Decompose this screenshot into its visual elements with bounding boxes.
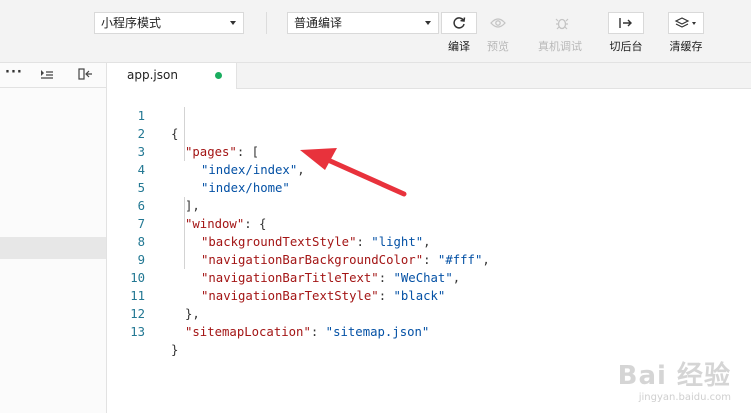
json-string: "black" xyxy=(393,289,446,303)
json-punct: : xyxy=(378,289,394,303)
eye-icon xyxy=(490,18,506,28)
watermark-url: jingyan.baidu.com xyxy=(638,392,731,403)
json-key: "window" xyxy=(185,217,245,231)
code-line: 12 "sitemapLocation": "sitemap.json" xyxy=(107,287,429,339)
code-line: 9 "navigationBarTitleText": "WeChat", xyxy=(107,233,461,285)
json-key: "backgroundTextStyle" xyxy=(201,235,357,249)
line-number: 13 xyxy=(130,325,145,339)
sidebar-toolbar: ··· xyxy=(0,63,106,88)
json-punct: : xyxy=(310,325,326,339)
code-line: 8 "navigationBarBackgroundColor": "#fff"… xyxy=(107,215,490,267)
bug-icon xyxy=(555,18,569,30)
json-punct: : xyxy=(423,253,438,267)
code-line: 5 ], xyxy=(107,161,200,213)
toolbar-divider xyxy=(266,12,267,34)
chevron-down-icon xyxy=(230,21,236,25)
mode-select-value: 小程序模式 xyxy=(101,16,162,30)
unsaved-indicator-icon xyxy=(215,72,222,79)
tab-filename: app.json xyxy=(127,68,178,82)
json-key: "sitemapLocation" xyxy=(185,325,311,339)
clear-cache-button-box[interactable] xyxy=(668,12,704,34)
json-string: "light" xyxy=(371,235,424,249)
json-punct: , xyxy=(452,271,461,285)
compile-button[interactable]: 编译 xyxy=(439,12,479,56)
json-string: "index/home" xyxy=(201,181,290,195)
line-text: } xyxy=(171,343,179,357)
json-string: "#fff" xyxy=(437,253,483,267)
watermark-logo: Bai 经验 xyxy=(617,361,731,391)
tab-app-json[interactable]: app.json xyxy=(107,63,237,89)
remote-debug-label: 真机调试 xyxy=(538,40,582,53)
clear-cache-label: 清缓存 xyxy=(669,40,703,53)
mode-select[interactable]: 小程序模式 xyxy=(94,12,244,34)
json-punct: : [ xyxy=(236,145,260,159)
code-line: 3 "index/index", xyxy=(107,125,305,177)
code-line: 2 "pages": [ xyxy=(107,107,259,159)
code-line: 4 "index/home" xyxy=(107,143,290,195)
switch-background-button[interactable]: 切后台 xyxy=(606,12,646,56)
switch-background-icon xyxy=(619,18,632,28)
json-punct: , xyxy=(482,253,490,267)
watermark: Bai 经验 jingyan.baidu.com xyxy=(618,355,731,403)
json-punct: : xyxy=(356,235,372,249)
file-explorer-sidebar: ··· xyxy=(0,63,107,413)
compile-mode-value: 普通编译 xyxy=(294,16,343,30)
compile-label: 编译 xyxy=(448,40,470,53)
line-text: ], xyxy=(185,199,200,213)
code-line: 7 "backgroundTextStyle": "light", xyxy=(107,197,431,249)
collapse-icon[interactable] xyxy=(40,67,54,81)
chevron-down-icon xyxy=(425,21,431,25)
json-string: "index/index" xyxy=(201,163,298,177)
refresh-icon xyxy=(453,17,466,29)
code-line: 1 { xyxy=(107,89,179,141)
preview-button[interactable]: 预览 xyxy=(478,12,518,56)
clear-cache-button[interactable]: 清缓存 xyxy=(666,12,706,56)
json-punct: : { xyxy=(244,217,267,231)
line-text: { xyxy=(171,127,179,141)
more-icon[interactable]: ··· xyxy=(5,65,23,80)
split-icon[interactable] xyxy=(78,67,94,81)
line-text: }, xyxy=(185,307,200,321)
json-string: "WeChat" xyxy=(393,271,453,285)
json-string: "sitemap.json" xyxy=(325,325,430,339)
switch-background-button-box[interactable] xyxy=(608,12,644,34)
json-punct: : xyxy=(378,271,394,285)
json-key: "pages" xyxy=(185,145,237,159)
json-key: "navigationBarTitleText" xyxy=(201,271,379,285)
json-key: "navigationBarBackgroundColor" xyxy=(201,253,424,267)
top-toolbar: 小程序模式 普通编译 编译 预览 真机调试 切后台 清缓存 xyxy=(0,0,751,63)
sidebar-selected-item[interactable] xyxy=(0,237,106,259)
remote-debug-button-box[interactable] xyxy=(544,12,580,34)
code-line: 10 "navigationBarTextStyle": "black" xyxy=(107,251,445,303)
preview-label: 预览 xyxy=(487,40,509,53)
code-line: 11 }, xyxy=(107,269,200,321)
editor-tabbar: app.json xyxy=(107,63,751,89)
compile-mode-select[interactable]: 普通编译 xyxy=(287,12,439,34)
json-punct: , xyxy=(297,163,305,177)
remote-debug-button[interactable]: 真机调试 xyxy=(538,12,582,56)
compile-button-box[interactable] xyxy=(441,12,477,34)
layers-icon xyxy=(674,17,696,28)
switch-background-label: 切后台 xyxy=(609,40,643,53)
json-key: "navigationBarTextStyle" xyxy=(201,289,379,303)
code-line: 6 "window": { xyxy=(107,179,267,231)
code-line: 13 } xyxy=(107,305,178,357)
preview-button-box[interactable] xyxy=(480,12,516,34)
json-punct: , xyxy=(423,235,431,249)
